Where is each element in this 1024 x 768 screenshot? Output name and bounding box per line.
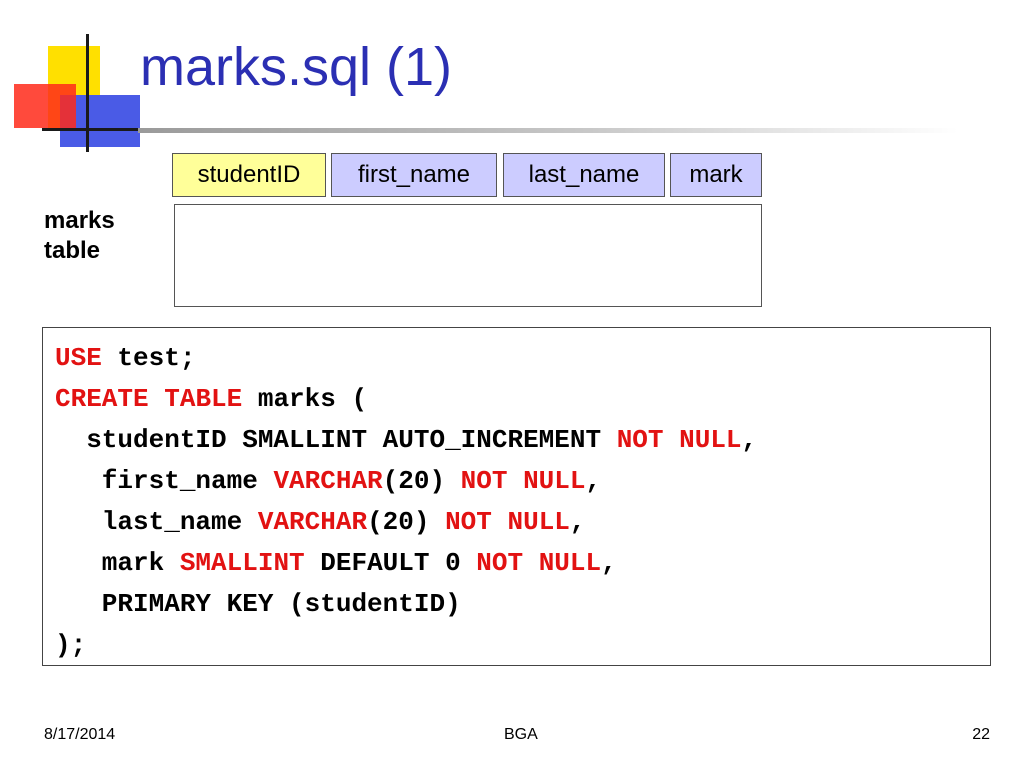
title-divider [138,128,958,133]
keyword: SMALLINT [179,548,305,578]
code-text: , [601,548,617,578]
code-text: (20) [367,507,446,537]
code-line-2: CREATE TABLE marks ( [55,379,990,420]
code-text: mark [55,548,180,578]
code-text: (20) [382,466,461,496]
code-line-5: last_name VARCHAR(20) NOT NULL, [55,502,990,543]
code-line-3: studentID SMALLINT AUTO_INCREMENT NOT NU… [55,420,990,461]
table-label-line2: table [44,237,101,264]
table-header-studentid: studentID [172,153,326,197]
keyword: NOT NULL [445,507,570,537]
code-line-1: USE test; [55,338,990,379]
code-text: studentID SMALLINT AUTO_INCREMENT [55,425,617,455]
footer-date: 8/17/2014 [44,726,116,743]
slide-number: 22 [972,726,990,743]
table-label: marks table [44,206,115,266]
code-text: , [585,466,602,496]
code-text: last_name [55,507,258,537]
code-text: DEFAULT 0 [304,548,477,578]
code-text: , [569,507,586,537]
sql-code-block: USE test; CREATE TABLE marks ( studentID… [42,327,991,666]
code-line-7: PRIMARY KEY (studentID) [55,589,461,619]
code-line-8: ); [55,630,87,660]
keyword: VARCHAR [257,507,368,537]
code-text: , [741,425,758,455]
code-line-4: first_name VARCHAR(20) NOT NULL, [55,461,990,502]
keyword: CREATE [55,384,149,414]
keyword: VARCHAR [273,466,383,496]
code-text: first_name [55,466,274,496]
footer-author: BGA [504,726,538,743]
keyword: USE [55,343,102,373]
slide-title: marks.sql (1) [140,37,453,97]
table-header-first-name: first_name [331,153,497,197]
empty-table-body [174,204,762,307]
logo-red-square [14,84,76,128]
table-header-last-name: last_name [503,153,665,197]
logo-vertical-line [86,34,89,152]
code-text: test; [101,343,196,373]
table-label-line1: marks [44,207,115,234]
table-header-mark: mark [670,153,762,197]
code-line-6: mark SMALLINT DEFAULT 0 NOT NULL, [55,543,990,584]
logo-horizontal-line [42,128,142,131]
code-text: marks ( [242,384,368,414]
keyword: NOT NULL [460,466,586,496]
keyword: NOT NULL [476,548,602,578]
keyword: TABLE [164,384,243,414]
keyword: NOT NULL [616,425,742,455]
